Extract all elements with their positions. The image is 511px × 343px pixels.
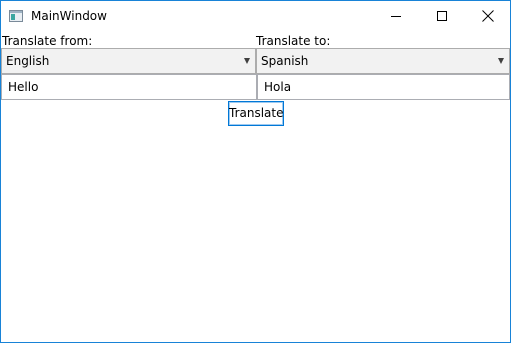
target-language-select[interactable]: Spanish (256, 48, 510, 74)
close-button[interactable] (465, 1, 510, 32)
source-text-value: Hello (8, 80, 39, 94)
title-bar[interactable]: MainWindow (1, 1, 510, 32)
chevron-down-icon (498, 58, 504, 64)
maximize-icon (437, 11, 447, 21)
minimize-icon (391, 16, 401, 17)
main-window: MainWindow Translate from: Translate to:… (0, 0, 511, 343)
source-language-value: English (6, 54, 50, 68)
target-language-value: Spanish (261, 54, 309, 68)
window-title: MainWindow (31, 9, 107, 23)
translate-to-label: Translate to: (256, 34, 331, 48)
chevron-down-icon (244, 58, 250, 64)
target-text-output[interactable]: Hola (257, 74, 510, 100)
source-language-select[interactable]: English (1, 48, 256, 74)
app-window-icon (9, 10, 23, 22)
translate-from-label: Translate from: (2, 34, 93, 48)
translate-button[interactable]: Translate (228, 101, 284, 126)
maximize-button[interactable] (419, 1, 465, 32)
minimize-button[interactable] (373, 1, 419, 32)
source-text-input[interactable]: Hello (1, 74, 257, 100)
target-text-value: Hola (264, 80, 292, 94)
close-icon (482, 10, 494, 22)
